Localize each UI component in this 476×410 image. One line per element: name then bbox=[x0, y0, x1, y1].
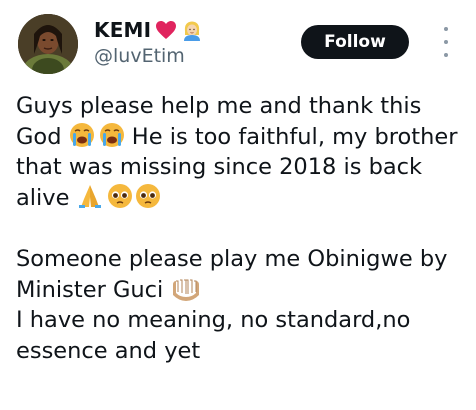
more-dot bbox=[444, 27, 448, 31]
more-vertical-icon[interactable] bbox=[442, 27, 450, 57]
tweet-text-line: Someone please play me Obinigwe by Minis… bbox=[16, 246, 455, 303]
author-handle[interactable]: @luvEtim bbox=[94, 45, 185, 67]
loudly-crying-face-icon bbox=[69, 122, 124, 147]
tweet-text-line: I have no meaning, no standard,no essenc… bbox=[16, 307, 418, 364]
woman-emoji-icon bbox=[184, 21, 201, 41]
palms-up-together-icon bbox=[173, 279, 200, 301]
display-name[interactable]: KEMI bbox=[94, 18, 151, 42]
praying-hands-and-pleading-face-icon bbox=[78, 183, 160, 208]
more-dot bbox=[444, 40, 448, 44]
follow-button[interactable]: Follow bbox=[301, 25, 409, 59]
avatar-image bbox=[18, 14, 78, 74]
heart-icon bbox=[156, 21, 177, 39]
tweet-text: Guys please help me and thank this God H… bbox=[16, 91, 468, 366]
avatar[interactable] bbox=[18, 14, 78, 74]
author-name-row[interactable]: KEMI bbox=[94, 18, 203, 42]
more-dot bbox=[444, 53, 448, 57]
